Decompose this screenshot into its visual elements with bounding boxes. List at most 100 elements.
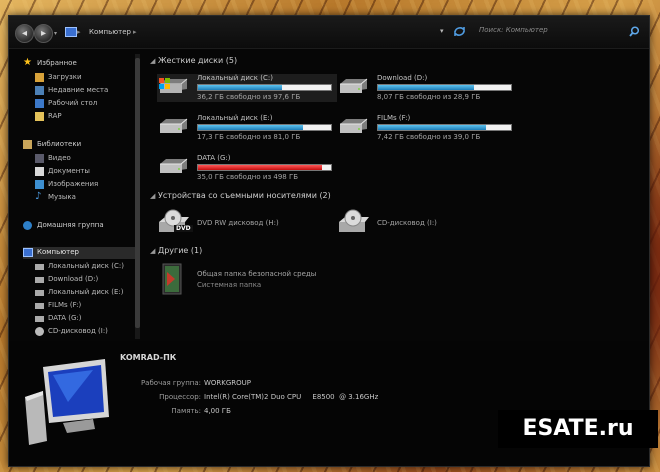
address-dropdown-icon[interactable]: ▾ — [440, 27, 444, 35]
sidebar-item-label: Локальный диск (C:) — [48, 262, 124, 270]
sidebar-libraries-label: Библиотеки — [37, 140, 82, 148]
dvd-drive-h[interactable]: DVD DVD RW дисковод (H:) — [157, 208, 327, 236]
breadcrumb-computer[interactable]: Компьютер — [89, 28, 131, 36]
sidebar-item-label: Рабочий стол — [48, 99, 98, 107]
drive-name: FILMs (F:) — [377, 114, 411, 122]
section-hdd-title: Жесткие диски (5) — [157, 56, 238, 65]
sidebar-item-drive-e[interactable]: Локальный диск (E:) — [23, 287, 138, 299]
removable-name: CD-дисковод (I:) — [377, 219, 437, 227]
sidebar-item-recent[interactable]: Недавние места — [23, 85, 138, 97]
sidebar-item-desktop[interactable]: Рабочий стол — [23, 98, 138, 110]
drive-name: Download (D:) — [377, 74, 428, 82]
memory-label: Память: — [171, 407, 201, 415]
memory-value: 4,00 ГБ — [204, 407, 231, 415]
sidebar-item-label: Изображения — [48, 180, 99, 188]
folder-downloads-icon — [35, 73, 44, 82]
hdd-windows-icon — [159, 78, 188, 93]
sidebar-item-music[interactable]: ♪ Музыка — [23, 191, 138, 204]
drive-usage-bar — [197, 84, 332, 91]
sidebar-item-drive-d[interactable]: Download (D:) — [23, 274, 138, 286]
section-hdd[interactable]: ◢ Жесткие диски (5) — [150, 56, 237, 65]
sidebar-item-label: Документы — [48, 167, 90, 175]
sidebar-item-drive-g[interactable]: DATA (G:) — [23, 313, 138, 325]
search-icon[interactable] — [629, 26, 640, 37]
section-removable[interactable]: ◢ Устройства со съемными носителями (2) — [150, 191, 331, 200]
drive-icon — [35, 290, 44, 296]
sidebar-item-label: Download (D:) — [48, 275, 99, 283]
removable-name: DVD RW дисковод (H:) — [197, 219, 279, 227]
drive-usage-bar — [377, 84, 512, 91]
forward-button[interactable]: ▸ — [34, 24, 53, 43]
sidebar-libraries[interactable]: Библиотеки — [23, 139, 138, 151]
drive-name: DATA (G:) — [197, 154, 231, 162]
drive-usage-fill — [378, 85, 474, 90]
section-other-title: Другие (1) — [157, 246, 203, 255]
refresh-icon[interactable] — [453, 25, 466, 38]
sidebar-scrollbar[interactable] — [135, 54, 140, 339]
sidebar-item-downloads[interactable]: Загрузки — [23, 72, 138, 84]
drive-usage-bar — [377, 124, 512, 131]
history-dropdown-icon[interactable]: ▾ — [54, 30, 57, 37]
sidebar-item-label: FILMs (F:) — [48, 301, 82, 309]
video-icon — [35, 154, 44, 163]
drive-free-space: 35,0 ГБ свободно из 498 ГБ — [197, 173, 299, 181]
sidebar-scrollbar-thumb[interactable] — [135, 58, 140, 328]
drive-free-space: 17,3 ГБ свободно из 81,0 ГБ — [197, 133, 301, 141]
sidebar-item-label: DATA (G:) — [48, 314, 82, 322]
drive-usage-fill — [378, 125, 486, 130]
drive-usage-bar — [197, 124, 332, 131]
other-name: Общая папка безопасной среды — [197, 270, 317, 278]
section-removable-title: Устройства со съемными носителями (2) — [157, 191, 331, 200]
sidebar-item-drive-f[interactable]: FILMs (F:) — [23, 300, 138, 312]
sidebar-item-drive-c[interactable]: Локальный диск (C:) — [23, 261, 138, 273]
sidebar-item-label: Локальный диск (E:) — [48, 288, 124, 296]
workgroup-label: Рабочая группа: — [140, 379, 201, 387]
libraries-icon — [23, 140, 32, 149]
sandbox-folder-icon — [162, 263, 182, 295]
drive-icon — [35, 277, 44, 283]
drive-f[interactable]: FILMs (F:) 7,42 ГБ свободно из 39,0 ГБ — [337, 114, 517, 142]
sidebar-item-label: Музыка — [48, 193, 76, 201]
drive-name: Локальный диск (E:) — [197, 114, 273, 122]
sidebar-computer[interactable]: Компьютер — [23, 247, 138, 259]
watermark: ESATE.ru — [498, 410, 658, 448]
sidebar-item-rap[interactable]: RAP — [23, 111, 138, 123]
workgroup-value: WORKGROUP — [204, 379, 252, 387]
sidebar-favorites[interactable]: ★ Избранное — [23, 57, 138, 70]
collapse-icon[interactable]: ◢ — [150, 57, 155, 65]
sidebar-homegroup[interactable]: Домашняя группа — [23, 220, 138, 232]
drive-usage-fill — [198, 165, 322, 170]
back-button[interactable]: ◂ — [15, 24, 34, 43]
hdd-icon — [160, 158, 188, 173]
drive-free-space: 7,42 ГБ свободно из 39,0 ГБ — [377, 133, 481, 141]
breadcrumb-separator[interactable]: ▸ — [77, 28, 81, 36]
sandbox-folder[interactable]: Общая папка безопасной среды Системная п… — [157, 262, 357, 298]
homegroup-icon — [23, 221, 32, 230]
cpu-label: Процессор: — [159, 393, 201, 401]
drive-usage-bar — [197, 164, 332, 171]
collapse-icon[interactable]: ◢ — [150, 247, 155, 255]
drive-g[interactable]: DATA (G:) 35,0 ГБ свободно из 498 ГБ — [157, 154, 337, 182]
sidebar-item-pictures[interactable]: Изображения — [23, 179, 138, 191]
search-input[interactable]: Поиск: Компьютер — [479, 26, 639, 38]
sidebar-item-drive-i[interactable]: CD-дисковод (I:) — [23, 326, 138, 338]
documents-icon — [35, 167, 44, 176]
sidebar-item-label: CD-дисковод (I:) — [48, 327, 108, 335]
drive-free-space: 8,07 ГБ свободно из 28,9 ГБ — [377, 93, 481, 101]
sidebar-item-video[interactable]: Видео — [23, 153, 138, 165]
star-icon: ★ — [23, 57, 32, 68]
music-icon: ♪ — [35, 191, 42, 202]
collapse-icon[interactable]: ◢ — [150, 192, 155, 200]
drive-c[interactable]: Локальный диск (C:) 36,2 ГБ свободно из … — [157, 74, 337, 102]
other-type: Системная папка — [197, 281, 262, 289]
cd-drive-i[interactable]: CD-дисковод (I:) — [337, 208, 507, 236]
drive-e[interactable]: Локальный диск (E:) 17,3 ГБ свободно из … — [157, 114, 337, 142]
drive-free-space: 36,2 ГБ свободно из 97,6 ГБ — [197, 93, 301, 101]
breadcrumb-separator-end[interactable]: ▸ — [133, 28, 137, 36]
sidebar-item-label: Видео — [48, 154, 71, 162]
sidebar-item-label: RAP — [48, 112, 62, 120]
sidebar-item-documents[interactable]: Документы — [23, 166, 138, 178]
drive-d[interactable]: Download (D:) 8,07 ГБ свободно из 28,9 Г… — [337, 74, 517, 102]
section-other[interactable]: ◢ Другие (1) — [150, 246, 202, 255]
sidebar-computer-label: Компьютер — [37, 248, 79, 256]
